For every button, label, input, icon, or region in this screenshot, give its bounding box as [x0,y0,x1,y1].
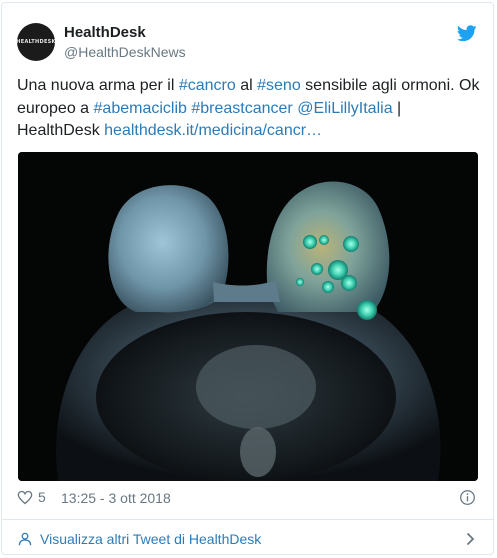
like-count: 5 [38,489,46,505]
like-button[interactable]: 5 [17,489,46,505]
avatar[interactable]: HEALTHDESK [16,23,56,61]
footer-divider [2,519,493,520]
author-name[interactable]: HealthDesk [64,24,146,41]
tweet-footer: 5 13:25 - 3 ott 2018 [17,489,479,509]
author-handle[interactable]: @HealthDeskNews [64,44,186,60]
tweet-link[interactable]: #abemaciclib [94,100,187,117]
person-icon [18,532,32,546]
tweet-timestamp[interactable]: 13:25 - 3 ott 2018 [61,490,171,506]
more-tweets-link[interactable]: Visualizza altri Tweet di HealthDesk [17,529,479,549]
tweet-link[interactable]: healthdesk.it/medicina/cancr… [104,122,322,139]
more-tweets-label: Visualizza altri Tweet di HealthDesk [40,531,262,547]
tweet-link[interactable]: #breastcancer [191,100,292,117]
heart-icon [17,490,33,504]
twitter-bird-icon[interactable] [457,25,477,42]
tweet-link[interactable]: #cancro [179,77,236,94]
tweet-card: HEALTHDESK HealthDesk @HealthDeskNews Un… [1,2,494,555]
tweet-link[interactable]: @EliLillyItalia [297,100,392,117]
info-icon[interactable] [459,489,476,506]
breast-scan-image [18,152,478,481]
tweet-text: Una nuova arma per il #cancro al #seno s… [17,75,482,143]
tweet-text-segment: al [235,77,258,94]
chevron-right-icon [466,532,475,546]
tweet-text-segment: Una nuova arma per il [17,77,179,94]
tweet-image[interactable] [18,152,478,481]
avatar-text: HEALTHDESK [16,39,56,45]
tweet-link[interactable]: #seno [257,77,301,94]
